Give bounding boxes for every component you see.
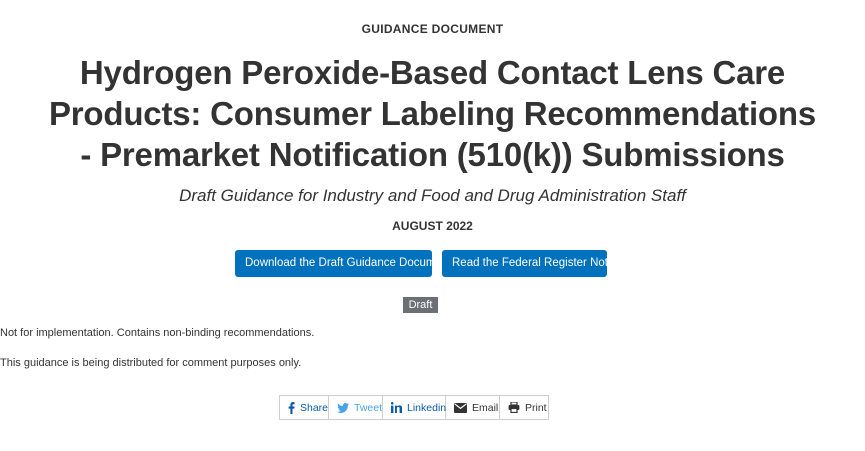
status-badge: Draft	[403, 297, 438, 313]
share-facebook-label: Share	[300, 401, 329, 414]
print-button[interactable]: Print	[500, 396, 548, 419]
facebook-icon	[288, 401, 295, 414]
envelope-icon	[454, 402, 467, 413]
share-facebook-button[interactable]: Share	[280, 396, 329, 419]
share-toolbar: Share Tweet Linkedin Email Print	[279, 395, 549, 420]
share-twitter-button[interactable]: Tweet	[329, 396, 383, 419]
publication-date: AUGUST 2022	[392, 219, 473, 233]
page-title: Hydrogen Peroxide-Based Contact Lens Car…	[48, 54, 816, 173]
share-email-button[interactable]: Email	[446, 396, 500, 419]
printer-icon	[508, 402, 520, 413]
linkedin-icon	[391, 402, 402, 413]
download-draft-guidance-button[interactable]: Download the Draft Guidance Document	[235, 250, 451, 277]
share-linkedin-label: Linkedin	[407, 401, 447, 414]
print-label: Print	[525, 401, 547, 414]
share-linkedin-button[interactable]: Linkedin	[383, 396, 446, 419]
implementation-note: Not for implementation. Contains non-bin…	[0, 327, 315, 339]
share-email-label: Email	[472, 401, 499, 414]
comment-purpose-note: This guidance is being distributed for c…	[0, 357, 302, 369]
twitter-icon	[337, 402, 349, 413]
page-subtitle: Draft Guidance for Industry and Food and…	[179, 186, 686, 205]
federal-register-notice-button[interactable]: Read the Federal Register Notice	[442, 250, 623, 277]
share-twitter-label: Tweet	[354, 401, 383, 414]
document-type-label: GUIDANCE DOCUMENT	[361, 22, 504, 36]
